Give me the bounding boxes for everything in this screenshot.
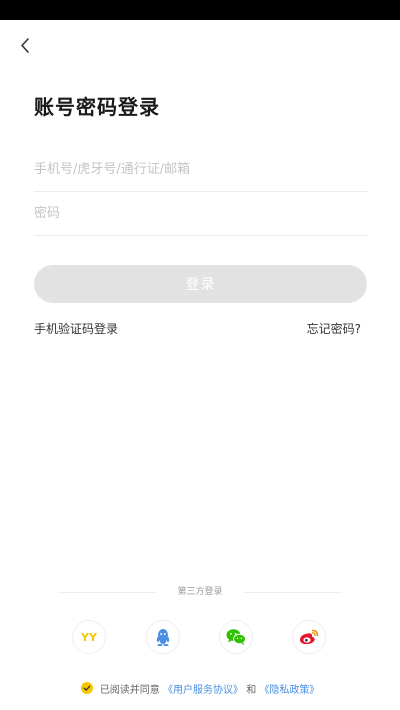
chevron-left-icon — [21, 38, 29, 53]
forgot-password-link[interactable]: 忘记密码? — [307, 320, 361, 337]
agreement-conjunction: 和 — [246, 685, 257, 696]
password-input[interactable] — [34, 192, 367, 235]
weibo-login-button[interactable] — [292, 620, 326, 654]
agreement-prefix: 已阅读并同意 — [99, 685, 160, 696]
login-button[interactable]: 登录 — [34, 265, 367, 303]
qq-penguin-icon — [156, 629, 170, 646]
page-title: 账号密码登录 — [34, 95, 160, 119]
password-field — [34, 192, 367, 236]
wechat-icon — [226, 629, 246, 645]
qq-login-button[interactable] — [146, 620, 180, 654]
back-button[interactable] — [14, 34, 38, 58]
wechat-login-button[interactable] — [219, 620, 253, 654]
sms-login-link[interactable]: 手机验证码登录 — [34, 320, 118, 337]
social-login-row: YY — [0, 620, 400, 656]
account-input[interactable] — [34, 148, 367, 191]
third-party-divider: 第三方登录 — [58, 585, 342, 599]
yy-login-button[interactable]: YY — [72, 620, 106, 654]
agreement-row: 已阅读并同意 《用户服务协议》 和 《隐私政策》 — [0, 681, 400, 696]
divider-line-right — [244, 592, 342, 593]
weibo-icon — [299, 629, 319, 645]
account-field — [34, 148, 367, 192]
status-bar — [0, 0, 400, 20]
user-agreement-link[interactable]: 《用户服务协议》 — [163, 685, 243, 696]
privacy-policy-link[interactable]: 《隐私政策》 — [259, 685, 319, 696]
check-icon — [83, 685, 91, 691]
yy-icon: YY — [81, 630, 97, 644]
agree-checkbox[interactable] — [80, 681, 93, 694]
